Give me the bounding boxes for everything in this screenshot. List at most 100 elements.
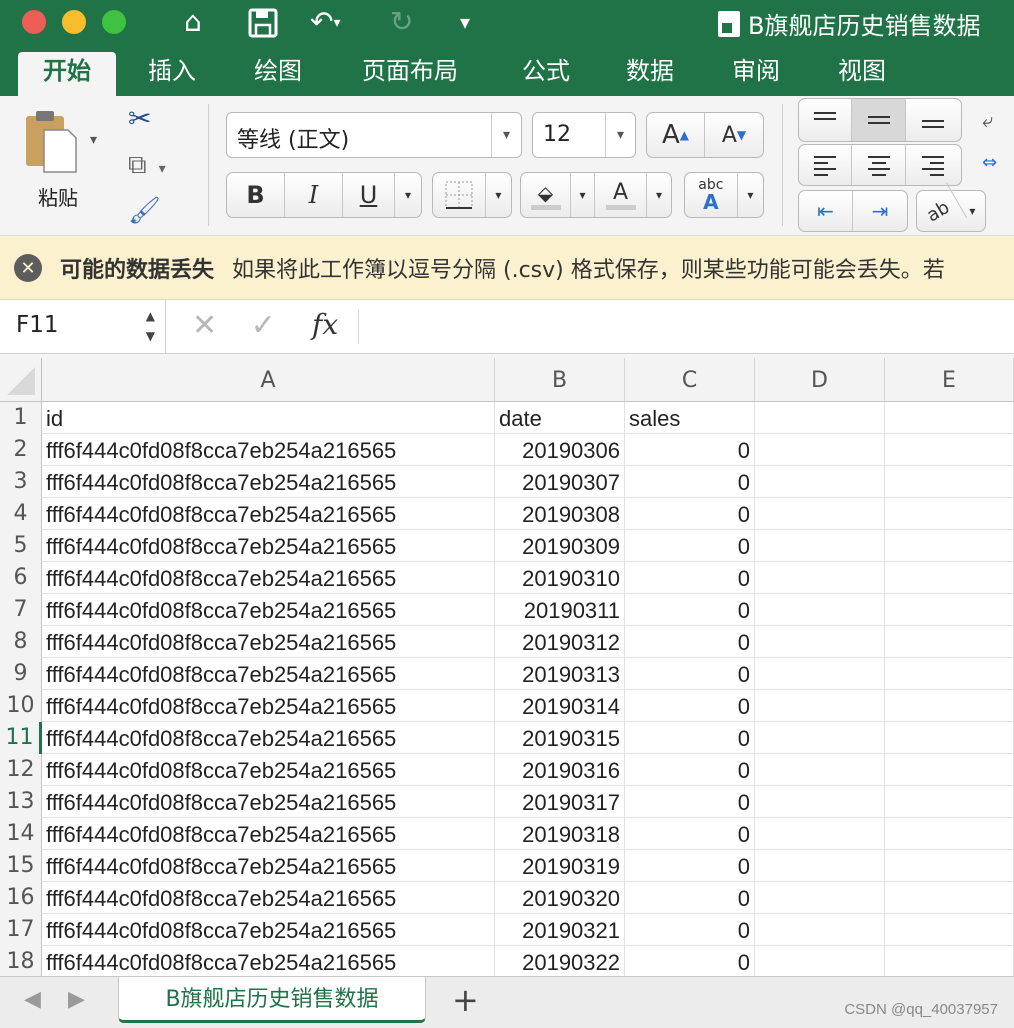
cell-date[interactable]: 20190307 [495,466,625,498]
cell-date[interactable]: 20190315 [495,722,625,754]
format-painter-icon[interactable]: 🖌 [128,196,161,226]
cell-e[interactable] [885,946,1014,976]
cell-e[interactable] [885,754,1014,786]
cell-id[interactable]: fff6f444c0fd08f8cca7eb254a216565 [42,434,495,466]
cell-d[interactable] [755,850,885,882]
formula-input[interactable] [368,300,1014,354]
row-header[interactable]: 10 [0,690,42,722]
borders-button[interactable]: ▾ [432,172,512,218]
cell-sales[interactable]: 0 [625,946,755,976]
cell-date[interactable]: 20190312 [495,626,625,658]
cell-date[interactable]: 20190314 [495,690,625,722]
cell-e[interactable] [885,690,1014,722]
cell-date[interactable]: 20190310 [495,562,625,594]
cell-e[interactable] [885,818,1014,850]
zoom-window-button[interactable] [102,10,126,34]
cell-d[interactable] [755,466,885,498]
cell-id[interactable]: fff6f444c0fd08f8cca7eb254a216565 [42,530,495,562]
font-size-dropdown-icon[interactable]: ▾ [605,113,635,157]
cell-sales[interactable]: 0 [625,690,755,722]
cell-sales[interactable]: 0 [625,850,755,882]
close-window-button[interactable] [22,10,46,34]
row-header[interactable]: 6 [0,562,42,594]
cell-date[interactable]: 20190313 [495,658,625,690]
cell-d[interactable] [755,530,885,562]
increase-indent-button[interactable]: ⇥ [853,191,907,231]
cell-date[interactable]: 20190318 [495,818,625,850]
home-icon[interactable]: ⌂ [184,4,202,40]
cell-sales[interactable]: 0 [625,562,755,594]
cell-id[interactable]: fff6f444c0fd08f8cca7eb254a216565 [42,658,495,690]
decrease-indent-button[interactable]: ⇤ [799,191,853,231]
cell-sales[interactable]: 0 [625,786,755,818]
cell-d[interactable] [755,786,885,818]
cell-date[interactable]: 20190319 [495,850,625,882]
row-header[interactable]: 17 [0,914,42,946]
cell-id[interactable]: fff6f444c0fd08f8cca7eb254a216565 [42,818,495,850]
cell-id[interactable]: fff6f444c0fd08f8cca7eb254a216565 [42,850,495,882]
align-left-button[interactable] [799,145,853,185]
tab-formulas[interactable]: 公式 [504,52,588,96]
minimize-window-button[interactable] [62,10,86,34]
cell-id[interactable]: fff6f444c0fd08f8cca7eb254a216565 [42,594,495,626]
cell-e[interactable] [885,658,1014,690]
phonetic-button[interactable]: abc A ▾ [684,172,764,218]
cell-sales[interactable]: 0 [625,754,755,786]
merge-center-icon[interactable]: ⇔ [982,152,1014,180]
cell-d[interactable] [755,914,885,946]
wrap-text-icon[interactable]: ⤶ [982,108,1014,136]
cell-id[interactable]: fff6f444c0fd08f8cca7eb254a216565 [42,690,495,722]
spreadsheet-grid[interactable]: A B C D E 1 id date sales 2 fff6f444c0fd08f8c… [0,358,1014,976]
add-sheet-button[interactable]: + [452,981,479,1019]
fill-color-dropdown-icon[interactable]: ▾ [571,173,595,217]
cut-icon[interactable]: ✂ [128,102,151,135]
cell-date[interactable]: 20190309 [495,530,625,562]
cell-e[interactable] [885,434,1014,466]
paste-icon[interactable] [22,108,82,178]
align-bottom-button[interactable] [906,99,961,141]
tab-view[interactable]: 视图 [820,52,904,96]
cell-e[interactable] [885,786,1014,818]
cell-date[interactable]: 20190317 [495,786,625,818]
tab-insert[interactable]: 插入 [130,52,214,96]
increase-font-size-button[interactable]: A ▲ [647,113,705,157]
cell-sales[interactable]: 0 [625,434,755,466]
customize-icon[interactable]: ▾ [460,4,470,40]
save-icon[interactable] [248,4,278,47]
cell-d[interactable] [755,498,885,530]
fill-color-icon[interactable]: ⬙ [521,173,571,217]
row-header[interactable]: 3 [0,466,42,498]
cell-d[interactable] [755,402,885,434]
row-header[interactable]: 12 [0,754,42,786]
cell-sales[interactable]: 0 [625,626,755,658]
tab-home[interactable]: 开始 [18,52,116,96]
column-header-c[interactable]: C [625,358,755,402]
borders-dropdown-icon[interactable]: ▾ [486,173,511,217]
cell-date[interactable]: date [495,402,625,434]
row-header[interactable]: 1 [0,402,42,434]
row-header[interactable]: 9 [0,658,42,690]
cell-sales[interactable]: 0 [625,594,755,626]
column-header-d[interactable]: D [755,358,885,402]
decrease-font-size-button[interactable]: A ▼ [705,113,763,157]
cell-id[interactable]: fff6f444c0fd08f8cca7eb254a216565 [42,626,495,658]
orientation-button[interactable]: ab ▾ [909,182,986,240]
copy-icon[interactable]: ⧉ ▾ [128,150,166,181]
cell-e[interactable] [885,626,1014,658]
cell-id[interactable]: fff6f444c0fd08f8cca7eb254a216565 [42,754,495,786]
cell-d[interactable] [755,722,885,754]
cell-date[interactable]: 20190320 [495,882,625,914]
underline-button[interactable]: U [343,173,395,217]
cell-e[interactable] [885,722,1014,754]
select-all-button[interactable] [0,358,42,402]
cell-sales[interactable]: 0 [625,722,755,754]
row-header[interactable]: 18 [0,946,42,976]
cell-d[interactable] [755,754,885,786]
cell-date[interactable]: 20190316 [495,754,625,786]
cell-id[interactable]: fff6f444c0fd08f8cca7eb254a216565 [42,786,495,818]
tab-review[interactable]: 审阅 [714,52,798,96]
cell-d[interactable] [755,690,885,722]
row-header[interactable]: 11 [0,722,42,754]
cell-d[interactable] [755,658,885,690]
cell-d[interactable] [755,626,885,658]
